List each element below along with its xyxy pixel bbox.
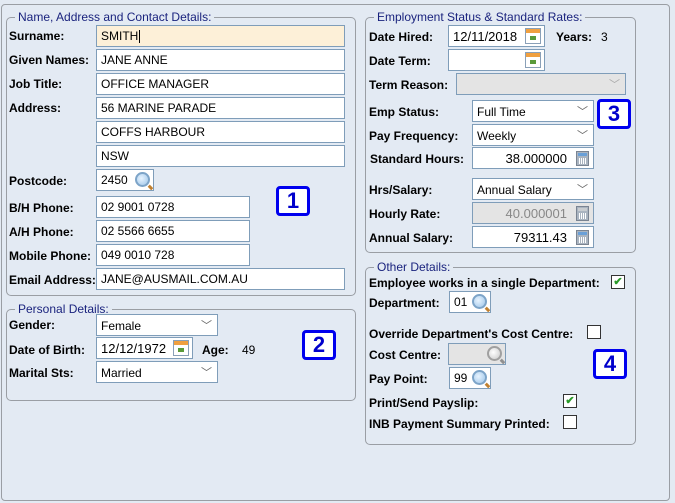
surname-label: Surname: <box>9 29 65 43</box>
chevron-down-icon: ﹀ <box>609 79 620 91</box>
annual-salary-input[interactable]: 79311.43 <box>472 226 594 248</box>
age-value: 49 <box>242 343 256 357</box>
address-line1-input[interactable]: 56 MARINE PARADE <box>96 97 345 119</box>
print-payslip-label: Print/Send Payslip: <box>369 396 479 410</box>
section-badge-4: 4 <box>593 349 627 379</box>
term-reason-label: Term Reason: <box>369 78 449 92</box>
pay-point-label: Pay Point: <box>369 372 428 386</box>
department-label: Department: <box>369 296 440 310</box>
chevron-down-icon: ﹀ <box>201 367 212 379</box>
ah-phone-input[interactable]: 02 5566 6655 <box>96 220 250 242</box>
chevron-down-icon: ﹀ <box>577 184 588 196</box>
years-value: 3 <box>601 30 608 44</box>
section-badge-1: 1 <box>276 186 310 216</box>
hourly-rate-input[interactable]: 40.000001 <box>472 202 594 224</box>
calendar-icon[interactable] <box>525 52 541 68</box>
date-hired-label: Date Hired: <box>369 30 434 44</box>
mobile-phone-label: Mobile Phone: <box>9 249 91 263</box>
years-label: Years: <box>556 30 593 44</box>
job-title-input[interactable]: OFFICE MANAGER <box>96 73 345 95</box>
marital-status-select[interactable]: Married ﹀ <box>96 361 218 383</box>
inb-summary-checkbox[interactable] <box>563 415 577 429</box>
standard-hours-label: Standard Hours: <box>370 152 465 166</box>
term-reason-select[interactable]: ﹀ <box>456 73 626 95</box>
postcode-lookup-icon[interactable] <box>135 172 150 187</box>
print-payslip-checkbox[interactable]: ✔ <box>563 394 577 408</box>
email-input[interactable]: JANE@AUSMAIL.COM.AU <box>96 268 345 290</box>
age-label: Age: <box>202 343 229 357</box>
hrs-salary-label: Hrs/Salary: <box>369 183 433 197</box>
section-badge-2: 2 <box>302 330 336 360</box>
date-term-label: Date Term: <box>369 54 431 68</box>
calculator-icon[interactable] <box>576 230 589 245</box>
gender-select[interactable]: Female ﹀ <box>96 314 218 336</box>
job-title-label: Job Title: <box>9 77 63 91</box>
address-line2-input[interactable]: COFFS HARBOUR <box>96 121 345 143</box>
surname-input[interactable]: SMITH <box>96 25 345 47</box>
emp-status-label: Emp Status: <box>369 105 440 119</box>
marital-status-label: Marital Sts: <box>9 366 74 380</box>
date-term-input[interactable] <box>448 49 545 71</box>
hrs-salary-select[interactable]: Annual Salary ﹀ <box>472 178 594 200</box>
date-hired-input[interactable]: 12/11/2018 <box>448 25 545 47</box>
department-lookup-icon[interactable] <box>472 294 487 309</box>
address-line3-input[interactable]: NSW <box>96 145 345 167</box>
chevron-down-icon: ﹀ <box>577 130 588 142</box>
postcode-input[interactable]: 2450 <box>96 169 154 191</box>
ah-phone-label: A/H Phone: <box>9 225 74 239</box>
annual-salary-label: Annual Salary: <box>369 231 454 245</box>
standard-hours-input[interactable]: 38.000000 <box>472 147 594 169</box>
gender-label: Gender: <box>9 318 56 332</box>
dob-label: Date of Birth: <box>9 343 85 357</box>
group-legend: Employment Status & Standard Rates: <box>374 10 586 24</box>
single-department-checkbox[interactable]: ✔ <box>611 275 625 289</box>
pay-frequency-select[interactable]: Weekly ﹀ <box>472 124 594 146</box>
calculator-icon[interactable] <box>576 151 589 166</box>
pay-frequency-label: Pay Frequency: <box>369 129 459 143</box>
group-legend: Other Details: <box>374 260 454 274</box>
hourly-rate-label: Hourly Rate: <box>369 207 441 221</box>
mobile-phone-input[interactable]: 049 0010 728 <box>96 244 250 266</box>
cost-centre-lookup-icon <box>487 346 502 361</box>
emp-status-select[interactable]: Full Time ﹀ <box>472 100 594 122</box>
calendar-icon[interactable] <box>173 340 189 356</box>
given-names-label: Given Names: <box>9 53 90 67</box>
cost-centre-label: Cost Centre: <box>369 348 442 362</box>
chevron-down-icon: ﹀ <box>577 106 588 118</box>
calculator-icon <box>576 206 589 221</box>
dob-input[interactable]: 12/12/1972 <box>96 337 193 359</box>
department-input[interactable]: 01 <box>449 291 491 313</box>
given-names-input[interactable]: JANE ANNE <box>96 49 345 71</box>
bh-phone-label: B/H Phone: <box>9 201 74 215</box>
override-cost-centre-checkbox[interactable] <box>587 325 601 339</box>
cost-centre-input[interactable] <box>448 343 506 365</box>
bh-phone-input[interactable]: 02 9001 0728 <box>96 196 250 218</box>
group-legend: Name, Address and Contact Details: <box>15 10 215 24</box>
email-label: Email Address: <box>9 273 96 287</box>
pay-point-lookup-icon[interactable] <box>472 370 487 385</box>
inb-summary-label: INB Payment Summary Printed: <box>369 417 550 431</box>
calendar-icon[interactable] <box>525 28 541 44</box>
address-label: Address: <box>9 101 62 115</box>
postcode-label: Postcode: <box>9 174 68 188</box>
single-department-label: Employee works in a single Department: <box>369 276 600 290</box>
chevron-down-icon: ﹀ <box>201 320 212 332</box>
section-badge-3: 3 <box>597 99 631 129</box>
override-cost-centre-label: Override Department's Cost Centre: <box>369 327 574 341</box>
pay-point-input[interactable]: 99 <box>449 367 491 389</box>
